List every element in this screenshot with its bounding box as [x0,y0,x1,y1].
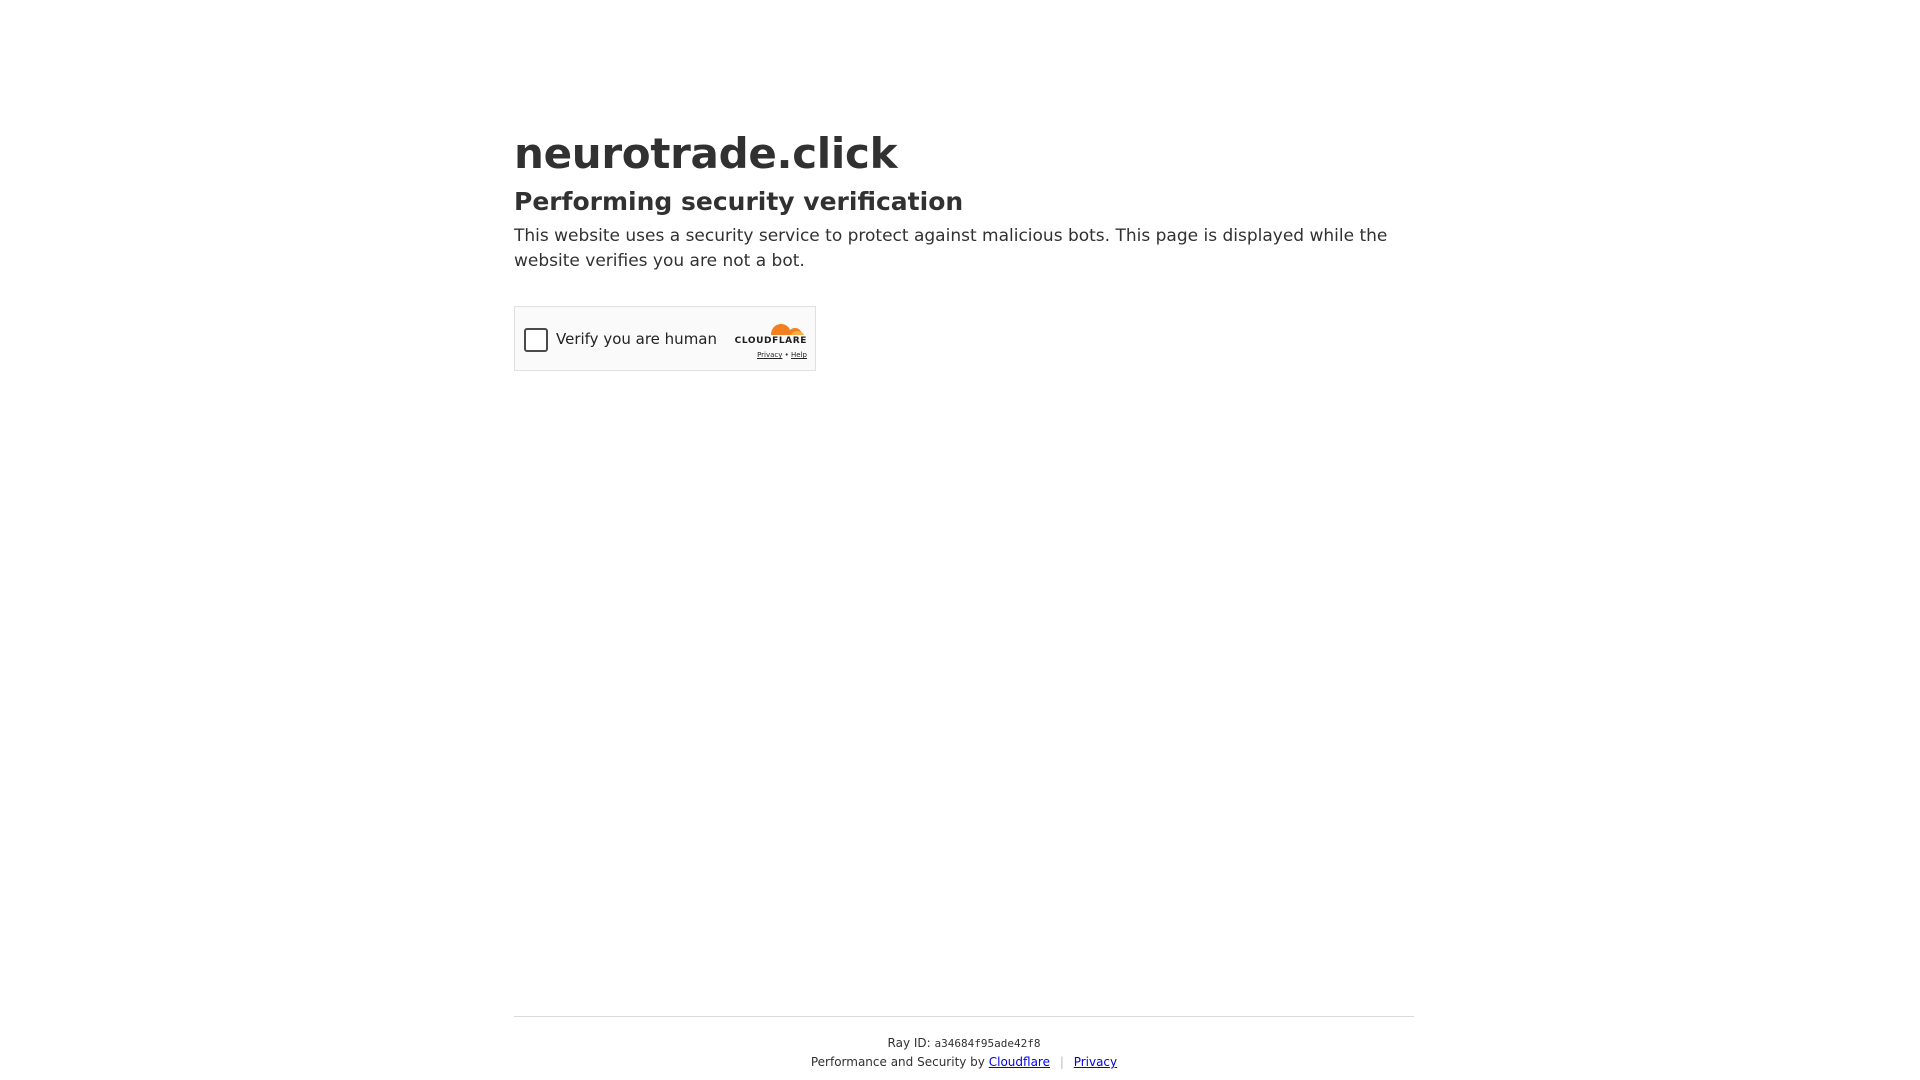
performance-text: Performance and Security by [810,1055,985,1069]
widget-help-link[interactable]: Help [791,351,807,359]
main-content: neurotrade.click Performing security ver… [514,128,1414,371]
footer-privacy-link[interactable]: Privacy [1074,1055,1117,1069]
verify-checkbox[interactable] [524,328,548,352]
page-description: This website uses a security service to … [514,226,1388,271]
page-subtitle: Performing security verification [514,187,964,216]
site-title: neurotrade.click [514,129,898,178]
ray-id-value: a34684f95ade42f8 [934,1037,1041,1050]
footer-separator: | [1059,1055,1064,1069]
turnstile-widget: Verify you are human CLOUDFLARE Privacy … [514,306,816,371]
ray-id-label: Ray ID: [887,1036,931,1050]
widget-links: Privacy • Help [757,351,807,359]
ray-id-line: Ray ID: a34684f95ade42f8 [514,1034,1414,1053]
cloudflare-link[interactable]: Cloudflare [989,1055,1050,1069]
widget-link-separator: • [784,351,789,359]
footer: Ray ID: a34684f95ade42f8 Performance and… [514,1016,1414,1071]
performance-line: Performance and Security by Cloudflare |… [514,1053,1414,1071]
cloudflare-wordmark: CLOUDFLARE [734,336,807,346]
widget-privacy-link[interactable]: Privacy [757,351,782,359]
cloudflare-branding: CLOUDFLARE Privacy • Help [727,319,807,363]
verify-label: Verify you are human [556,330,718,348]
